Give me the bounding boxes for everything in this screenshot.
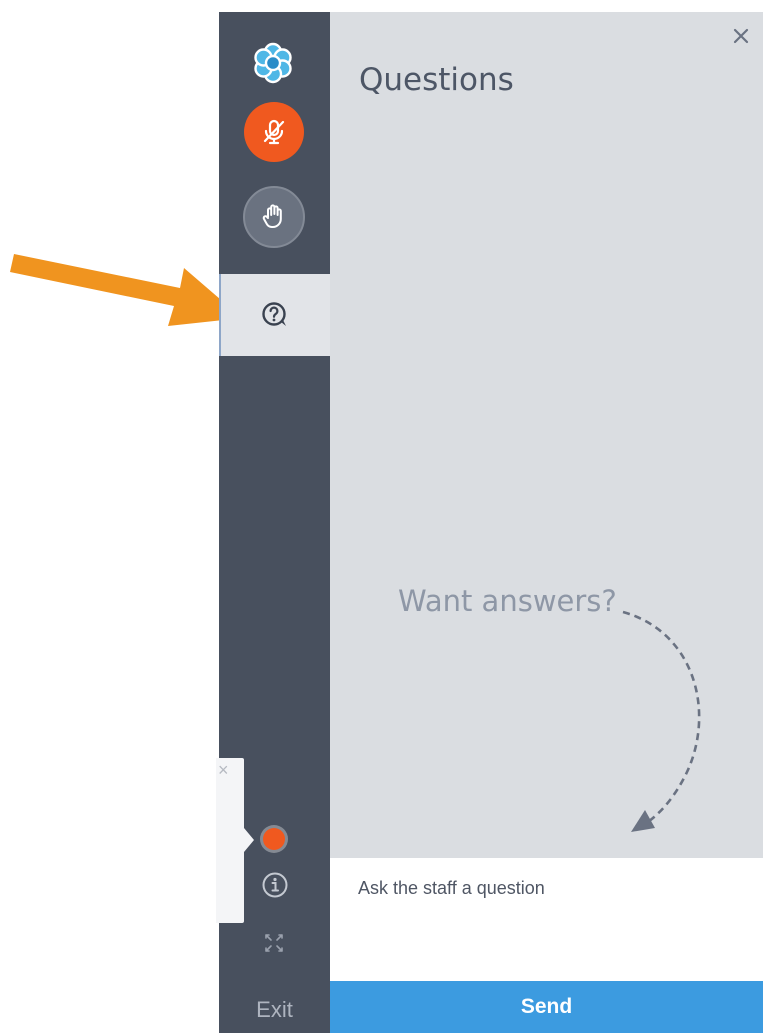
panel-title: Questions [359, 62, 514, 98]
question-input-area [330, 858, 763, 981]
send-button[interactable]: Send [330, 981, 763, 1033]
fullscreen-button[interactable] [261, 930, 287, 956]
raise-hand-button[interactable] [243, 186, 305, 248]
microphone-muted-icon [263, 119, 285, 145]
question-input[interactable] [358, 878, 738, 958]
dashed-arrow-icon [622, 610, 701, 832]
raise-hand-icon [262, 204, 282, 228]
popover-close-icon[interactable]: × [218, 761, 234, 779]
info-icon [262, 872, 288, 898]
empty-state-hint: Want answers? [398, 584, 617, 618]
flower-logo-icon [254, 42, 292, 84]
logo-button[interactable] [248, 38, 298, 88]
close-icon [733, 28, 749, 44]
mute-microphone-button[interactable] [244, 102, 304, 162]
annotation-arrow [10, 254, 242, 326]
questions-panel: Questions Want answers? [330, 12, 763, 858]
questions-tab[interactable] [219, 274, 330, 356]
info-button[interactable] [260, 870, 290, 900]
panel-close-button[interactable] [731, 26, 751, 46]
recording-indicator[interactable] [263, 828, 285, 850]
question-bubble-icon [261, 302, 286, 326]
exit-button[interactable]: Exit [219, 987, 330, 1033]
screen: Exit × Questions Want answers? Send [0, 0, 763, 1033]
notification-popover: × [216, 758, 254, 923]
fullscreen-icon [265, 934, 283, 952]
